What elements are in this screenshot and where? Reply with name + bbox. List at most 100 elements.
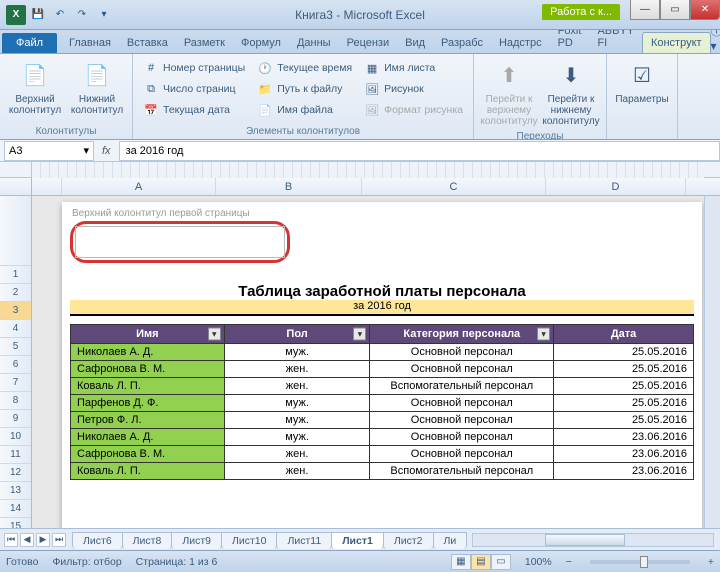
row-header-9[interactable]: 9 <box>0 410 31 428</box>
horizontal-scrollbar[interactable] <box>472 533 714 547</box>
row-header-14[interactable]: 14 <box>0 500 31 518</box>
cell-date[interactable]: 25.05.2016 <box>554 395 694 412</box>
select-all-button[interactable] <box>0 178 32 195</box>
cell-category[interactable]: Основной персонал <box>370 412 554 429</box>
tab-view[interactable]: Вид <box>397 33 433 53</box>
sheet-nav-next-icon[interactable]: ▶ <box>36 533 50 547</box>
cell-category[interactable]: Основной персонал <box>370 446 554 463</box>
cell-category[interactable]: Основной персонал <box>370 344 554 361</box>
close-button[interactable]: ✕ <box>690 0 720 20</box>
zoom-out-button[interactable]: − <box>566 556 572 568</box>
table-row[interactable]: Сафронова В. М.жен.Основной персонал25.0… <box>71 361 694 378</box>
cell-gender[interactable]: муж. <box>224 344 370 361</box>
sheet-page-area[interactable]: Верхний колонтитул первой страницы Табли… <box>32 196 704 528</box>
save-icon[interactable]: 💾 <box>28 5 48 25</box>
page-count-button[interactable]: ⧉Число страниц <box>139 79 249 99</box>
fx-icon[interactable]: fx <box>94 145 119 157</box>
cell-category[interactable]: Основной персонал <box>370 361 554 378</box>
tab-design[interactable]: Конструкт <box>642 32 711 53</box>
tab-insert[interactable]: Вставка <box>119 33 176 53</box>
redo-icon[interactable]: ↷ <box>72 5 92 25</box>
cell-gender[interactable]: жен. <box>224 378 370 395</box>
cell-gender[interactable]: жен. <box>224 463 370 480</box>
sheet-tab[interactable]: Ли <box>433 532 468 549</box>
tab-home[interactable]: Главная <box>61 33 119 53</box>
name-box-dropdown-icon[interactable]: ▾ <box>83 144 89 157</box>
zoom-level[interactable]: 100% <box>525 556 552 568</box>
tab-developer[interactable]: Разрабс <box>433 33 491 53</box>
header-button[interactable]: 📄 Верхний колонтитул <box>6 58 64 124</box>
row-header-1[interactable]: 1 <box>0 266 31 284</box>
scrollbar-thumb[interactable] <box>545 534 625 546</box>
current-date-button[interactable]: 📅Текущая дата <box>139 100 249 120</box>
cell-name[interactable]: Коваль Л. П. <box>71 463 225 480</box>
sheet-tab[interactable]: Лист6 <box>72 532 123 549</box>
filter-icon[interactable]: ▾ <box>537 328 550 341</box>
cell-category[interactable]: Вспомогательный персонал <box>370 463 554 480</box>
sheet-tab[interactable]: Лист2 <box>383 532 434 549</box>
sheet-nav-prev-icon[interactable]: ◀ <box>20 533 34 547</box>
row-header-7[interactable]: 7 <box>0 374 31 392</box>
table-row[interactable]: Сафронова В. М.жен.Основной персонал23.0… <box>71 446 694 463</box>
cell-category[interactable]: Основной персонал <box>370 395 554 412</box>
cell-date[interactable]: 23.06.2016 <box>554 446 694 463</box>
cell-name[interactable]: Сафронова В. М. <box>71 446 225 463</box>
zoom-thumb[interactable] <box>640 556 648 568</box>
th-gender[interactable]: Пол▾ <box>224 325 370 344</box>
row-header-15[interactable]: 15 <box>0 518 31 528</box>
sheet-name-button[interactable]: ▦Имя листа <box>360 58 467 78</box>
goto-footer-button[interactable]: ⬇ Перейти к нижнему колонтитулу <box>542 58 600 129</box>
cell-gender[interactable]: муж. <box>224 429 370 446</box>
filter-icon[interactable]: ▾ <box>353 328 366 341</box>
cell-category[interactable]: Основной персонал <box>370 429 554 446</box>
sheet-tab[interactable]: Лист1 <box>331 532 384 549</box>
file-name-button[interactable]: 📄Имя файла <box>253 100 356 120</box>
page-number-button[interactable]: #Номер страницы <box>139 58 249 78</box>
minimize-button[interactable]: — <box>630 0 660 20</box>
sheet-nav-first-icon[interactable]: ⏮ <box>4 533 18 547</box>
qat-dropdown-icon[interactable]: ▾ <box>94 5 114 25</box>
cell-gender[interactable]: муж. <box>224 412 370 429</box>
sheet-tab[interactable]: Лист11 <box>276 532 332 549</box>
cell-gender[interactable]: жен. <box>224 361 370 378</box>
file-path-button[interactable]: 📁Путь к файлу <box>253 79 356 99</box>
table-row[interactable]: Коваль Л. П.жен.Вспомогательный персонал… <box>71 463 694 480</box>
table-row[interactable]: Петров Ф. Л.муж.Основной персонал25.05.2… <box>71 412 694 429</box>
cell-date[interactable]: 25.05.2016 <box>554 412 694 429</box>
view-normal-button[interactable]: ▦ <box>451 554 471 570</box>
formula-input[interactable] <box>119 141 720 161</box>
row-header-3[interactable]: 3 <box>0 302 31 320</box>
cell-name[interactable]: Коваль Л. П. <box>71 378 225 395</box>
tab-file[interactable]: Файл <box>2 33 57 53</box>
tab-formulas[interactable]: Формул <box>233 33 289 53</box>
sheet-tab[interactable]: Лист9 <box>171 532 222 549</box>
undo-icon[interactable]: ↶ <box>50 5 70 25</box>
row-header-5[interactable]: 5 <box>0 338 31 356</box>
options-button[interactable]: ☑ Параметры <box>613 58 671 124</box>
cell-date[interactable]: 25.05.2016 <box>554 361 694 378</box>
cell-name[interactable]: Петров Ф. Л. <box>71 412 225 429</box>
filter-icon[interactable]: ▾ <box>208 328 221 341</box>
column-header-a[interactable]: A <box>62 178 216 195</box>
header-input-box[interactable] <box>70 221 290 263</box>
column-header-c[interactable]: C <box>362 178 546 195</box>
picture-button[interactable]: 🖼Рисунок <box>360 79 467 99</box>
context-tool-tab[interactable]: Работа с к... <box>542 4 620 20</box>
row-header-4[interactable]: 4 <box>0 320 31 338</box>
cell-category[interactable]: Вспомогательный персонал <box>370 378 554 395</box>
row-header-13[interactable]: 13 <box>0 482 31 500</box>
view-page-break-button[interactable]: ▭ <box>491 554 511 570</box>
row-header-10[interactable]: 10 <box>0 428 31 446</box>
footer-button[interactable]: 📄 Нижний колонтитул <box>68 58 126 124</box>
column-header-b[interactable]: B <box>216 178 362 195</box>
table-row[interactable]: Парфенов Д. Ф.муж.Основной персонал25.05… <box>71 395 694 412</box>
table-row[interactable]: Николаев А. Д.муж.Основной персонал25.05… <box>71 344 694 361</box>
sheet-tab[interactable]: Лист8 <box>122 532 173 549</box>
row-header-6[interactable]: 6 <box>0 356 31 374</box>
row-header-11[interactable]: 11 <box>0 446 31 464</box>
th-name[interactable]: Имя▾ <box>71 325 225 344</box>
cell-name[interactable]: Николаев А. Д. <box>71 344 225 361</box>
column-header-d[interactable]: D <box>546 178 686 195</box>
cell-gender[interactable]: жен. <box>224 446 370 463</box>
cell-name[interactable]: Сафронова В. М. <box>71 361 225 378</box>
